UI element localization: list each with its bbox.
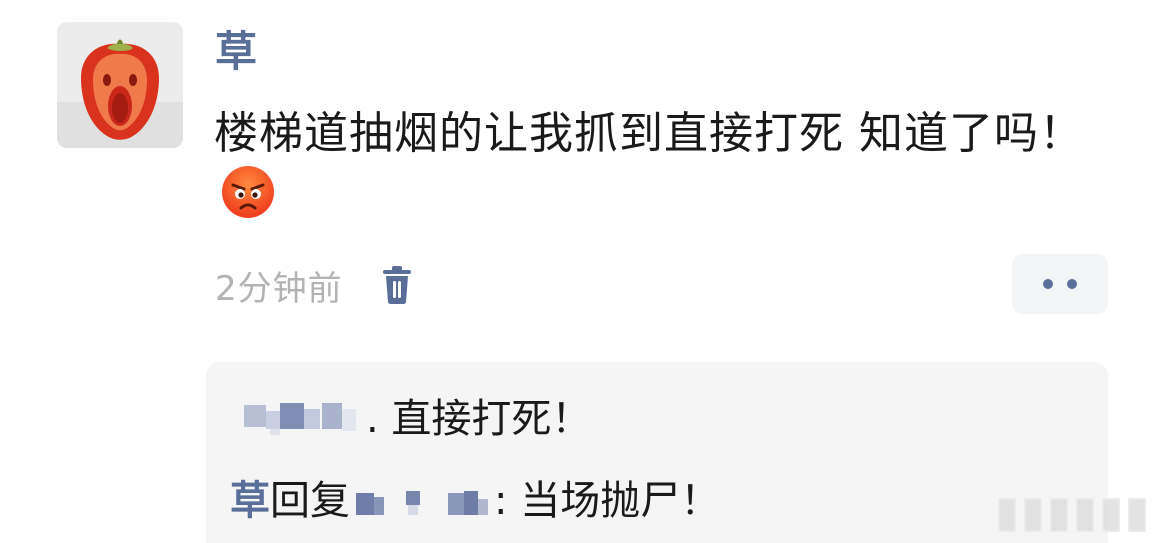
watermark-mark: [1024, 498, 1042, 532]
comment-text: 楼梯道抽烟的让我抓到直接打死 知道了吗！: [214, 108, 1084, 159]
reply-item[interactable]: 草 回复 : 当场抛尸！: [230, 474, 720, 528]
pepper-avatar-image: [57, 22, 183, 148]
watermark-mark: [998, 498, 1016, 532]
more-options-button[interactable]: [1012, 254, 1108, 314]
comment-author[interactable]: 草: [215, 26, 257, 78]
comment-meta: 2分钟前: [215, 262, 413, 309]
trash-icon[interactable]: [381, 265, 413, 305]
reply-text: : 当场抛尸！: [494, 478, 721, 524]
avatar[interactable]: [57, 22, 183, 148]
comment-page: 草 楼梯道抽烟的让我抓到直接打死 知道了吗！ 2分钟前 . 直接打死！ 草 回复…: [0, 0, 1169, 543]
watermark-mark: [1128, 498, 1146, 532]
watermark-mark: [1076, 498, 1094, 532]
angry-face-emoji-icon: [220, 164, 276, 220]
comment-time: 2分钟前: [215, 268, 343, 309]
watermark-mark: [1050, 498, 1068, 532]
more-dots-icon: [1043, 279, 1053, 289]
more-dots-icon: [1067, 279, 1077, 289]
comment-body: 楼梯道抽烟的让我抓到直接打死 知道了吗！: [214, 104, 1134, 224]
reply-author[interactable]: 草: [230, 474, 270, 528]
blurred-username: [240, 399, 364, 439]
reply-text: . 直接打死！: [366, 396, 592, 442]
watermark-mark: [1102, 498, 1120, 532]
watermark: [998, 498, 1158, 532]
reply-verb: 回复: [270, 478, 350, 524]
reply-item[interactable]: . 直接打死！: [240, 392, 591, 446]
blurred-username: [356, 481, 492, 521]
